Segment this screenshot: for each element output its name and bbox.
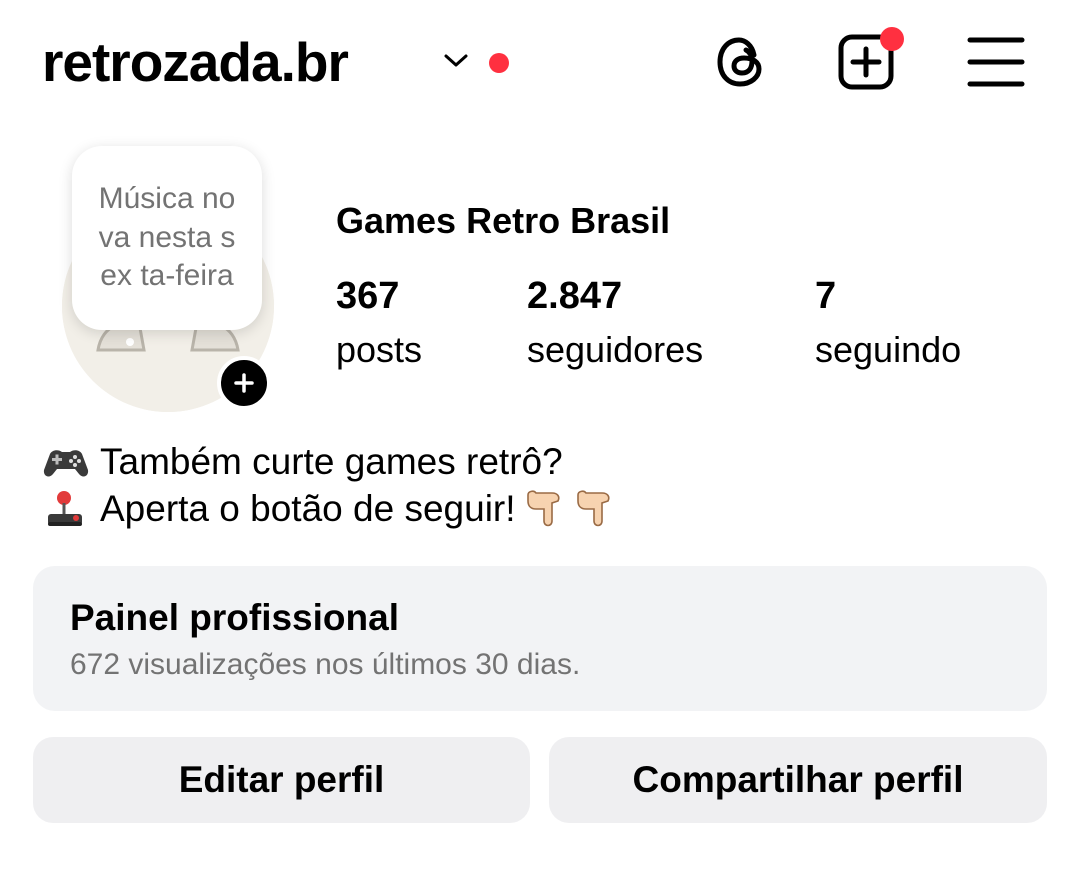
threads-icon[interactable]: [712, 32, 772, 92]
dashboard-title: Painel profissional: [70, 597, 399, 638]
top-bar: retrozada.br: [0, 0, 1080, 125]
notification-dot: [489, 53, 509, 73]
note-bubble[interactable]: Música nova nesta sex ta-feira: [72, 146, 262, 330]
following-label: seguindo: [815, 329, 962, 370]
chevron-down-icon[interactable]: [442, 52, 470, 70]
menu-icon[interactable]: [966, 32, 1026, 92]
gamepad-emoji-icon: [43, 449, 89, 477]
stat-followers[interactable]: 2.847 seguidores: [527, 270, 703, 378]
joystick-emoji-icon: [48, 490, 82, 526]
dashboard-subtitle: 672 visualizações nos últimos 30 dias.: [70, 648, 581, 681]
followers-label: seguidores: [527, 329, 704, 370]
bio: Também curte games retrô? Aperta o botão…: [42, 438, 616, 532]
stat-posts[interactable]: 367 posts: [336, 270, 422, 378]
professional-dashboard-card[interactable]: Painel profissional 672 visualizações no…: [33, 566, 1047, 711]
pointing-down-hand-icon: [576, 489, 610, 526]
bio-text-1: Também curte games retrô?: [100, 441, 563, 482]
bio-line-1: Também curte games retrô?: [42, 438, 616, 485]
username[interactable]: retrozada.br: [42, 24, 349, 100]
posts-label: posts: [336, 329, 423, 370]
edit-profile-button[interactable]: Editar perfil: [33, 737, 530, 823]
note-text: Música nova nesta sex ta-feira: [98, 182, 236, 293]
bio-text-2: Aperta o botão de seguir!: [100, 488, 516, 529]
display-name: Games Retro Brasil: [336, 200, 671, 241]
create-notification-dot: [880, 27, 904, 51]
pointing-down-hand-icon: [526, 489, 560, 526]
following-count: 7: [815, 275, 837, 317]
followers-count: 2.847: [527, 275, 623, 317]
bio-line-2: Aperta o botão de seguir!: [42, 485, 616, 532]
share-profile-button[interactable]: Compartilhar perfil: [549, 737, 1047, 823]
stat-following[interactable]: 7 seguindo: [815, 270, 961, 378]
posts-count: 367: [336, 275, 400, 317]
add-story-button[interactable]: [217, 356, 271, 410]
plus-icon: [234, 373, 254, 393]
